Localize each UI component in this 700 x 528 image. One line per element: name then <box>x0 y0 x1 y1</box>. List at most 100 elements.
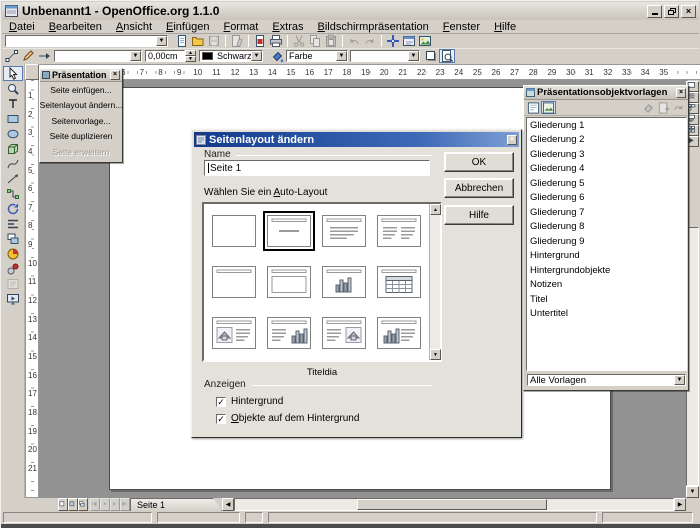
dialog-close-button[interactable]: × <box>507 135 517 145</box>
chevron-down-icon[interactable]: ▼ <box>251 51 262 61</box>
restore-button[interactable] <box>664 5 679 18</box>
layout-option-title-chart-text[interactable] <box>372 307 427 358</box>
background-mode-button[interactable] <box>68 498 78 511</box>
close-button[interactable]: × <box>681 5 696 18</box>
scroll-down-button[interactable]: ▼ <box>686 486 699 498</box>
layout-option-title-table[interactable] <box>372 257 427 308</box>
zoom-button[interactable] <box>3 81 23 96</box>
page-mode-button[interactable] <box>58 498 68 511</box>
url-combobox[interactable]: ▼ <box>5 35 168 47</box>
print-button[interactable] <box>268 34 284 48</box>
cancel-button[interactable]: Abbrechen <box>444 178 514 198</box>
scroll-right-button[interactable]: ▶ <box>674 498 686 511</box>
line-style-combobox[interactable]: ▼ <box>54 50 142 62</box>
edit-points-button[interactable] <box>4 49 20 63</box>
style-list[interactable]: Gliederung 1Gliederung 2Gliederung 3Glie… <box>526 117 687 371</box>
layer-mode-button[interactable] <box>78 498 88 511</box>
vertical-ruler[interactable]: 123456789101112131415161718192021 <box>25 80 39 498</box>
style-item[interactable]: Gliederung 8 <box>527 220 686 235</box>
palette-item[interactable]: Seite einfügen... <box>40 82 122 98</box>
style-item[interactable]: Gliederung 4 <box>527 162 686 177</box>
menu-format[interactable]: Format <box>216 21 265 33</box>
palette-item[interactable]: Seite duplizieren <box>40 129 122 145</box>
chevron-down-icon[interactable]: ▼ <box>336 51 347 61</box>
graphic-styles-button[interactable] <box>541 101 556 114</box>
chevron-down-icon[interactable]: ▼ <box>408 51 419 61</box>
layout-picker[interactable]: ▲ ▼ <box>202 202 442 362</box>
horizontal-scrollbar[interactable] <box>234 498 674 511</box>
menu-datei[interactable]: Datei <box>2 21 42 33</box>
navigator-button[interactable] <box>385 34 401 48</box>
style-item[interactable]: Gliederung 3 <box>527 147 686 162</box>
palette-title-bar[interactable]: Präsentation × <box>40 69 122 82</box>
interaction-button[interactable] <box>3 261 23 276</box>
scroll-down-button[interactable]: ▼ <box>430 349 441 360</box>
select-button[interactable] <box>3 66 23 81</box>
dialog-title-bar[interactable]: Seitenlayout ändern × <box>194 132 519 147</box>
style-item[interactable]: Gliederung 2 <box>527 133 686 148</box>
style-item[interactable]: Notizen <box>527 278 686 293</box>
presentation-styles-button[interactable] <box>526 101 541 114</box>
arrow-ends-button[interactable] <box>36 49 52 63</box>
slideshow-button[interactable] <box>3 291 23 306</box>
menu-bildschirmprsentation[interactable]: Bildschirmpräsentation <box>311 21 436 33</box>
horizontal-scroll-thumb[interactable] <box>357 499 547 510</box>
background-objects-checkbox[interactable]: ✓ Objekte auf dem Hintergrund <box>216 413 359 424</box>
pen-button[interactable] <box>20 49 36 63</box>
palette-item[interactable]: Seitenvorlage... <box>40 113 122 129</box>
layout-option-blank[interactable] <box>206 206 261 257</box>
menu-ansicht[interactable]: Ansicht <box>109 21 159 33</box>
menu-bearbeiten[interactable]: Bearbeiten <box>42 21 109 33</box>
scroll-up-button[interactable]: ▲ <box>430 204 441 215</box>
stylist-title-bar[interactable]: Präsentationsobjektvorlagen × <box>524 86 688 100</box>
layout-picker-scrollbar[interactable]: ▲ ▼ <box>429 204 440 360</box>
lines-arrows-button[interactable] <box>3 171 23 186</box>
gallery-button[interactable] <box>417 34 433 48</box>
style-item[interactable]: Hintergrund <box>527 249 686 264</box>
alignment-button[interactable] <box>3 216 23 231</box>
arrange-button[interactable] <box>3 231 23 246</box>
style-filter-combobox[interactable]: Alle Vorlagen ▼ <box>527 374 686 386</box>
style-item[interactable]: Gliederung 6 <box>527 191 686 206</box>
minimize-button[interactable] <box>647 5 662 18</box>
object3d-button[interactable] <box>3 141 23 156</box>
connector-button[interactable] <box>3 186 23 201</box>
line-color-combobox[interactable]: Schwarz ▼ <box>199 50 263 62</box>
chevron-down-icon[interactable]: ▼ <box>156 36 167 46</box>
new-doc-button[interactable] <box>174 34 190 48</box>
style-item[interactable]: Hintergrundobjekte <box>527 263 686 278</box>
layout-option-title-text-clipart[interactable] <box>317 307 372 358</box>
rectangle-button[interactable] <box>3 111 23 126</box>
stylist-close-button[interactable]: × <box>676 88 686 98</box>
style-item[interactable]: Gliederung 9 <box>527 234 686 249</box>
text-button[interactable] <box>3 96 23 111</box>
palette-item[interactable]: Seitenlayout ändern... <box>40 98 122 114</box>
layout-option-title-clipart-text[interactable] <box>206 307 261 358</box>
chevron-down-icon[interactable]: ▼ <box>130 51 141 61</box>
layout-option-title-only[interactable] <box>206 257 261 308</box>
shadow-button[interactable] <box>423 49 439 63</box>
line-width-spinner[interactable]: 0,00cm ▲▼ <box>145 50 196 62</box>
stylist-button[interactable] <box>401 34 417 48</box>
chevron-down-icon[interactable]: ▼ <box>674 375 685 385</box>
layout-option-title-frame[interactable] <box>261 257 316 308</box>
horizontal-ruler[interactable]: 1234567891011121314151617181920212223242… <box>25 64 700 80</box>
curve-button[interactable] <box>3 156 23 171</box>
zoom-page-button[interactable] <box>439 49 455 63</box>
style-item[interactable]: Gliederung 1 <box>527 118 686 133</box>
layout-option-title-content[interactable] <box>317 206 372 257</box>
fill-bucket-button[interactable] <box>269 49 285 63</box>
style-item[interactable]: Untertitel <box>527 307 686 322</box>
menu-einfgen[interactable]: Einfügen <box>159 21 216 33</box>
export-pdf-button[interactable] <box>252 34 268 48</box>
menu-hilfe[interactable]: Hilfe <box>487 21 523 33</box>
menu-extras[interactable]: Extras <box>265 21 310 33</box>
ellipse-button[interactable] <box>3 126 23 141</box>
background-checkbox[interactable]: ✓ Hintergrund <box>216 396 283 407</box>
spin-down-icon[interactable]: ▼ <box>185 56 196 62</box>
palette-close-button[interactable]: × <box>110 70 120 80</box>
page-name-input[interactable]: Seite 1 <box>204 160 430 176</box>
page-tab[interactable]: Seite 1 <box>130 498 222 511</box>
layout-option-title-text-chart[interactable] <box>261 307 316 358</box>
style-item[interactable]: Titel <box>527 292 686 307</box>
